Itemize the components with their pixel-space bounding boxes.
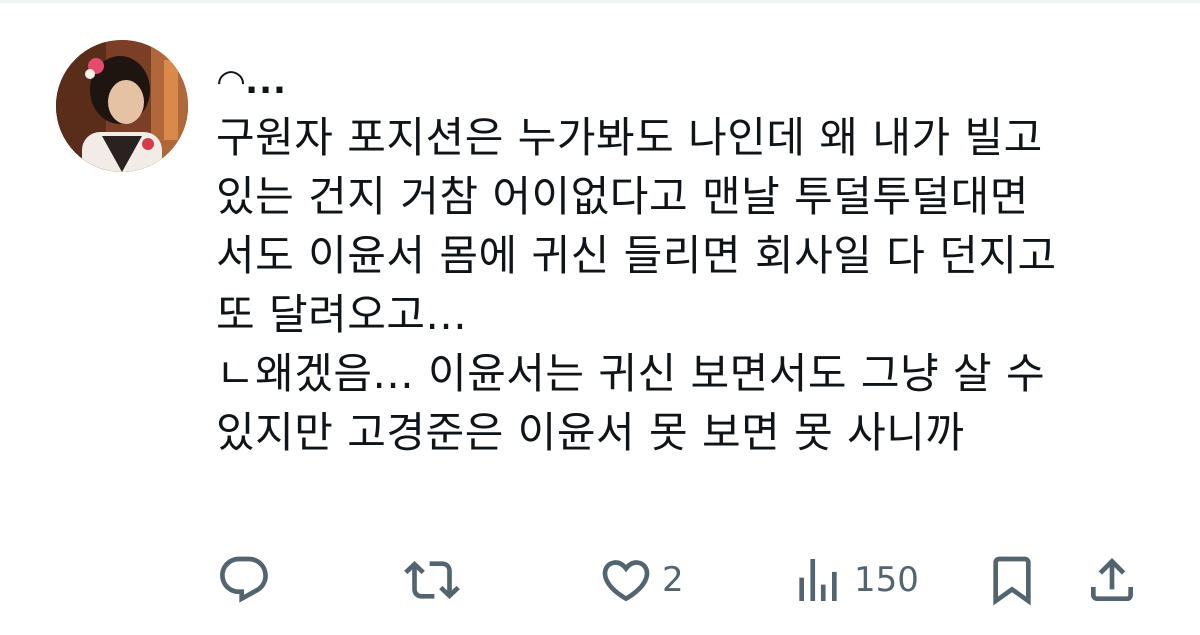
retweet-button[interactable] [404,548,460,612]
heart-icon [602,560,650,602]
views-icon [799,559,837,601]
views-button[interactable]: 150 [790,548,919,612]
avatar[interactable] [56,40,188,172]
reply-icon [220,556,268,603]
tweet-text: 구원자 포지션은 누가봐도 나인데 왜 내가 빌고 있는 건지 거참 어이없다고… [216,113,1057,457]
share-icon [1091,558,1133,601]
like-count: 2 [662,560,684,600]
top-divider [0,0,1200,3]
action-bar: 2 150 [0,548,1200,612]
retweet-icon [404,561,460,599]
bookmark-icon [993,556,1031,606]
views-count: 150 [854,560,919,600]
reply-button[interactable] [216,548,272,612]
bookmark-button[interactable] [984,548,1040,612]
username[interactable]: ◠... [218,62,287,102]
share-button[interactable] [1084,548,1140,612]
avatar-image [56,40,188,172]
like-button[interactable]: 2 [598,548,684,612]
tweet: ◠... 구원자 포지션은 누가봐도 나인데 왜 내가 빌고 있는 건지 거참 … [0,0,1200,635]
